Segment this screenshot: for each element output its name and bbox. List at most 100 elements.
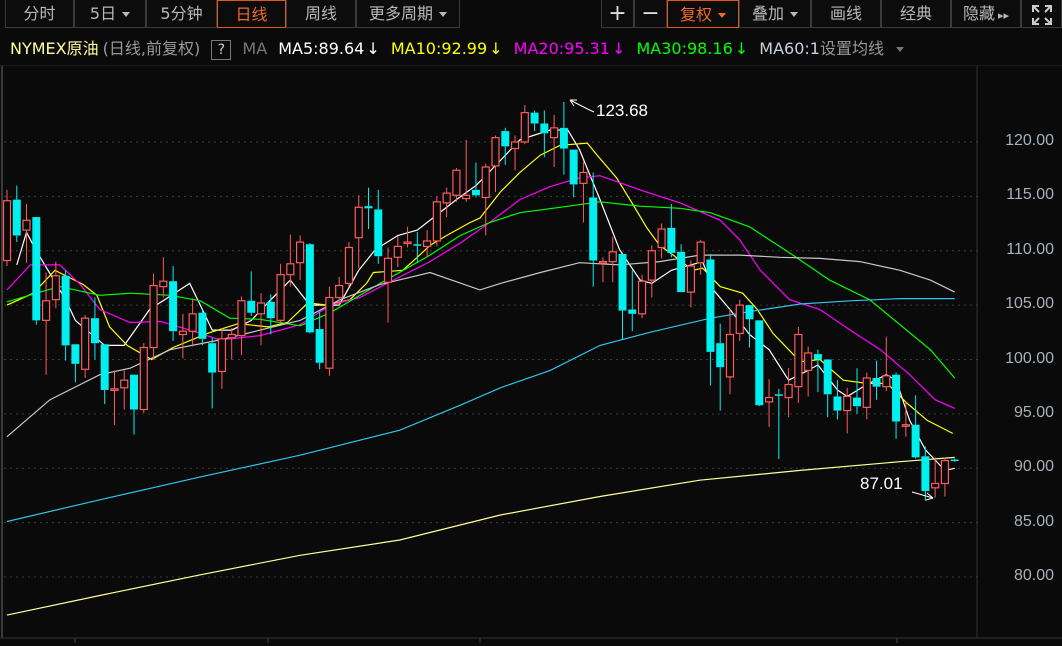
candle-body-up [120, 379, 129, 389]
candle-body-up [325, 296, 334, 369]
candle-body-down [247, 300, 256, 313]
candle-body-up [931, 482, 940, 489]
candle-body-down [745, 305, 754, 320]
ma-line-ma250 [6, 456, 955, 616]
low-arrow-icon [911, 491, 934, 501]
candle-body-up [217, 338, 227, 373]
candle-body-up [256, 302, 266, 315]
candle-body-down [471, 189, 480, 196]
candle-body-up [452, 169, 461, 196]
candle-body-down [667, 227, 676, 253]
candle-body-up [276, 274, 285, 321]
candle-body-down [364, 206, 373, 209]
low-annotation: 87.01 [860, 474, 903, 493]
candle-body-down [921, 456, 930, 492]
candle-body-up [178, 330, 187, 336]
candle-body-down [540, 123, 549, 134]
candle-body-down [755, 320, 764, 406]
candle-body-up [647, 250, 656, 281]
candle-body-up [520, 112, 529, 143]
candle-body-up [227, 333, 236, 339]
candle-body-up [159, 280, 168, 288]
candle-body-down [911, 424, 920, 458]
candle-body-up [354, 206, 363, 239]
candle-body-up [598, 261, 608, 264]
y-tick-label: 110.00 [1006, 240, 1054, 258]
candle-body-down [677, 251, 686, 293]
candle-body-up [784, 383, 793, 399]
candle-body-down [71, 344, 80, 364]
candle-body-down [872, 377, 881, 387]
candle-body-up [237, 300, 246, 337]
candle-body-down [628, 309, 637, 314]
candle-body-down [501, 131, 510, 147]
candle-body-up [481, 166, 490, 199]
candle-body-down [530, 112, 539, 124]
candle-body-up [696, 241, 705, 264]
candle-body-up [579, 171, 588, 184]
y-tick-label: 120.00 [1005, 132, 1054, 149]
candle-body-up [608, 251, 617, 263]
candle-body-up [432, 201, 441, 242]
candle-body-up [286, 263, 295, 276]
candle-body-down [716, 343, 725, 368]
ma-line-ma20 [6, 175, 955, 409]
candle-body-up [22, 219, 31, 231]
candle-body-down [950, 459, 959, 462]
candle-body-up [462, 194, 471, 200]
candle-body-down [374, 209, 383, 257]
candlestick-chart[interactable] [0, 0, 1062, 646]
y-tick-label: 90.00 [1013, 458, 1054, 476]
y-tick-label: 85.00 [1013, 512, 1054, 530]
candle-body-up [510, 141, 520, 150]
candle-body-up [550, 127, 559, 139]
candle-body-down [305, 244, 314, 333]
candle-body-up [139, 346, 148, 411]
candle-body-up [764, 396, 774, 403]
y-tick-label: 100.00 [1005, 349, 1054, 367]
candle-body-up [403, 241, 412, 245]
candle-body-down [823, 359, 832, 395]
candle-body-down [852, 397, 861, 407]
candle-body-up [862, 377, 871, 408]
candle-body-down [266, 301, 275, 319]
candle-body-down [589, 197, 598, 261]
candle-body-up [383, 257, 393, 283]
candle-body-down [100, 344, 109, 390]
candle-body-down [413, 244, 422, 246]
candle-body-up [940, 460, 950, 485]
ma-line-ma10 [6, 142, 953, 434]
candle-body-up [41, 300, 51, 321]
candle-body-down [130, 374, 139, 410]
candle-body-up [735, 304, 744, 334]
candle-body-up [335, 284, 344, 299]
candle-body-up [442, 192, 451, 204]
candle-body-down [618, 254, 627, 311]
candle-body-up [491, 137, 500, 167]
candle-body-up [110, 388, 119, 391]
candle-body-up [2, 200, 12, 262]
y-tick-label: 80.00 [1013, 567, 1054, 584]
candle-body-up [296, 241, 305, 264]
candle-body-down [198, 312, 207, 339]
candle-body-up [344, 246, 354, 284]
ma-line-ma120 [6, 298, 955, 523]
candle-body-up [188, 313, 197, 332]
high-annotation: 123.68 [596, 101, 648, 120]
candle-body-up [423, 240, 432, 247]
candle-body-up [725, 333, 735, 378]
candle-body-up [657, 228, 666, 249]
candle-body-up [901, 424, 910, 427]
candle-body-up [51, 275, 60, 301]
candle-body-down [12, 199, 21, 236]
candle-body-down [569, 149, 578, 185]
candle-body-down [315, 329, 324, 363]
candle-body-down [774, 394, 783, 396]
candle-body-down [559, 127, 568, 149]
candle-body-down [169, 281, 178, 332]
candle-body-down [32, 217, 41, 321]
candle-body-down [208, 343, 217, 373]
candle-body-up [81, 317, 90, 370]
candle-body-up [393, 245, 402, 258]
y-tick-label: 115.00 [1006, 186, 1054, 204]
